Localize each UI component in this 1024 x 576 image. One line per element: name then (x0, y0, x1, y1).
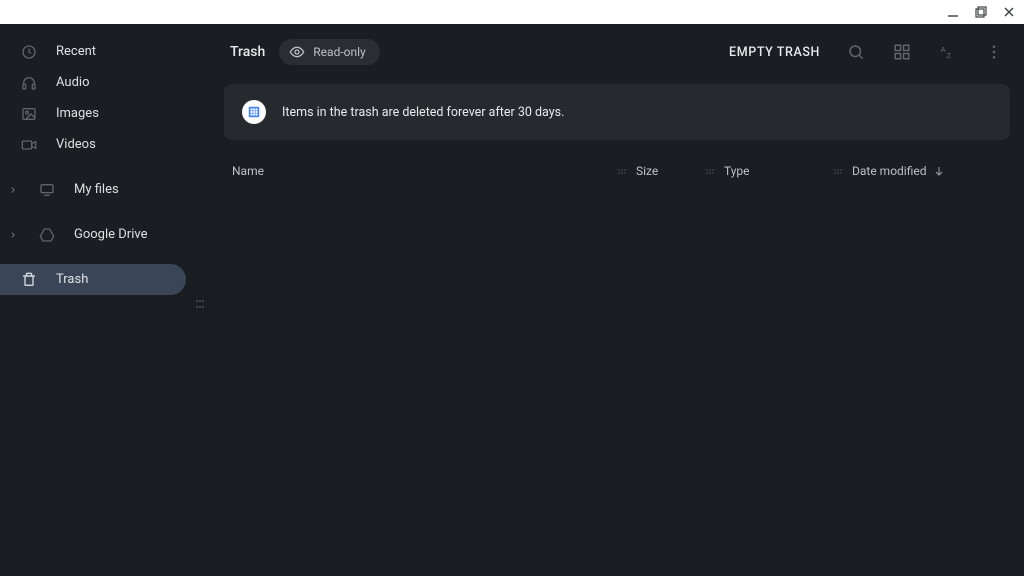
column-resize-handle[interactable] (618, 169, 626, 174)
sidebar-item-trash[interactable]: Trash (0, 264, 186, 295)
sidebar-item-myfiles[interactable]: My files (0, 174, 210, 205)
app-root: Recent Audio Images Videos (0, 24, 1024, 576)
readonly-chip: Read-only (279, 39, 379, 65)
drive-icon (38, 227, 56, 243)
page-title: Trash (224, 44, 265, 60)
sidebar-item-gdrive[interactable]: Google Drive (0, 219, 210, 250)
view-toggle-button[interactable] (886, 36, 918, 68)
sidebar-item-videos[interactable]: Videos (0, 129, 210, 160)
more-vert-icon (985, 43, 1003, 61)
sidebar-item-label: Images (56, 106, 99, 121)
sidebar-item-label: Trash (56, 272, 88, 287)
search-icon (847, 43, 865, 61)
sidebar-item-label: Google Drive (74, 227, 147, 242)
col-header-type[interactable]: Type (724, 164, 834, 178)
monitor-icon (38, 182, 56, 198)
sidebar-item-label: My files (74, 182, 119, 197)
header: Trash Read-only EMPTY TRASH (224, 34, 1010, 70)
sort-button[interactable]: AZ (932, 36, 964, 68)
video-icon (20, 137, 38, 153)
info-banner: Items in the trash are deleted forever a… (224, 84, 1010, 140)
sidebar-item-audio[interactable]: Audio (0, 67, 210, 98)
headphones-icon (20, 75, 38, 91)
sidebar-item-images[interactable]: Images (0, 98, 210, 129)
sidebar-item-recent[interactable]: Recent (0, 36, 210, 67)
sheets-icon (242, 100, 266, 124)
readonly-label: Read-only (313, 45, 365, 59)
col-header-date[interactable]: Date modified (852, 164, 1002, 178)
arrow-down-icon (933, 165, 945, 177)
column-resize-handle[interactable] (834, 169, 842, 174)
maximize-button[interactable] (974, 5, 988, 19)
search-button[interactable] (840, 36, 872, 68)
close-button[interactable] (1002, 5, 1016, 19)
main-content: Trash Read-only EMPTY TRASH (210, 24, 1024, 576)
sidebar-item-label: Recent (56, 44, 96, 59)
clock-icon (20, 44, 38, 60)
chevron-right-icon (6, 230, 20, 240)
col-header-size[interactable]: Size (636, 164, 706, 178)
grid-icon (893, 43, 911, 61)
svg-text:A: A (941, 45, 946, 54)
sidebar: Recent Audio Images Videos (0, 24, 210, 576)
col-header-name[interactable]: Name (232, 164, 618, 178)
more-button[interactable] (978, 36, 1010, 68)
chevron-right-icon (6, 185, 20, 195)
sidebar-item-label: Audio (56, 75, 89, 90)
column-resize-handle[interactable] (706, 169, 714, 174)
empty-trash-button[interactable]: EMPTY TRASH (723, 39, 826, 66)
sidebar-resize-handle[interactable] (196, 300, 206, 310)
minimize-button[interactable] (946, 5, 960, 19)
banner-text: Items in the trash are deleted forever a… (282, 105, 564, 120)
eye-icon (289, 44, 305, 60)
svg-text:Z: Z (947, 51, 952, 60)
image-icon (20, 106, 38, 122)
window-controls (0, 0, 1024, 24)
sort-az-icon: AZ (939, 43, 957, 61)
column-headers: Name Size Type Date modified (224, 152, 1010, 190)
trash-icon (20, 272, 38, 288)
sidebar-item-label: Videos (56, 137, 96, 152)
